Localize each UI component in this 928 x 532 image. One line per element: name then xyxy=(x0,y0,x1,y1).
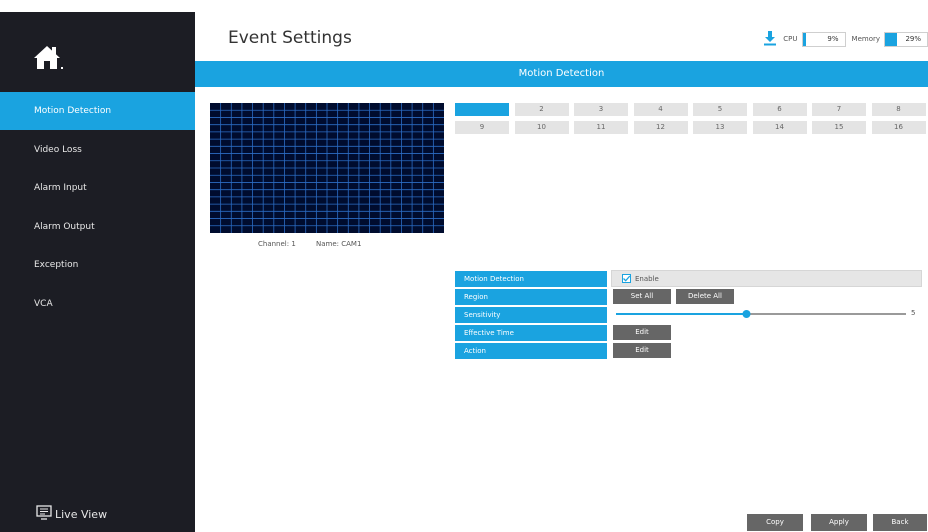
sensitivity-value: 5 xyxy=(911,309,916,317)
grid-lines xyxy=(210,103,444,233)
action-edit-button[interactable]: Edit xyxy=(613,343,671,358)
checkmark-icon xyxy=(622,274,631,283)
cpu-meter: 9% xyxy=(801,31,846,47)
channel-button-16[interactable]: 16 xyxy=(871,121,926,134)
channel-button-13[interactable]: 13 xyxy=(693,121,747,134)
region-label: Region xyxy=(455,289,607,305)
top-strip xyxy=(0,0,928,12)
memory-label: Memory xyxy=(851,35,880,43)
live-view-label: Live View xyxy=(55,507,108,521)
apply-button[interactable]: Apply xyxy=(811,514,867,531)
live-view-button[interactable]: Live View xyxy=(36,504,107,524)
sensitivity-label: Sensitivity xyxy=(455,307,607,323)
download-icon[interactable] xyxy=(763,30,777,48)
enable-label: Enable xyxy=(635,274,659,283)
effective-time-edit-button[interactable]: Edit xyxy=(613,325,671,340)
home-icon[interactable] xyxy=(30,42,70,76)
sidebar-item-motion-detection[interactable]: Motion Detection xyxy=(0,92,195,130)
channel-caption: Channel: 1 xyxy=(258,240,296,248)
sidebar-item-alarm-input[interactable]: Alarm Input xyxy=(0,169,195,207)
sidebar: Motion Detection Video Loss Alarm Input … xyxy=(0,12,195,532)
enable-checkbox[interactable]: Enable xyxy=(611,270,922,287)
copy-button[interactable]: Copy xyxy=(747,514,803,531)
delete-all-button[interactable]: Delete All xyxy=(676,289,734,304)
channel-button-15[interactable]: 15 xyxy=(812,121,866,134)
channel-button-4[interactable]: 4 xyxy=(633,103,688,116)
action-label: Action xyxy=(455,343,607,359)
sensitivity-slider-handle[interactable] xyxy=(742,310,751,318)
cpu-label: CPU xyxy=(783,35,798,43)
effective-time-label: Effective Time xyxy=(455,325,607,341)
channel-button-5[interactable]: 5 xyxy=(693,103,747,116)
channel-button-12[interactable]: 12 xyxy=(633,121,688,134)
sidebar-item-vca[interactable]: VCA xyxy=(0,285,195,323)
memory-meter: 29% xyxy=(884,31,928,47)
channel-button-14[interactable]: 14 xyxy=(752,121,807,134)
channel-button-11[interactable]: 11 xyxy=(574,121,628,134)
channel-button-6[interactable]: 6 xyxy=(752,103,807,116)
sidebar-item-exception[interactable]: Exception xyxy=(0,246,195,284)
channel-button-9[interactable]: 9 xyxy=(455,121,509,134)
monitor-icon xyxy=(36,505,55,523)
channel-button-10[interactable]: 10 xyxy=(514,121,569,134)
resource-monitor: CPU 9% Memory 29% xyxy=(763,30,928,48)
sidebar-item-alarm-output[interactable]: Alarm Output xyxy=(0,208,195,246)
channel-button-1[interactable]: 1 xyxy=(455,103,509,116)
channel-button-8[interactable]: 8 xyxy=(871,103,926,116)
motion-detection-label: Motion Detection xyxy=(455,271,607,287)
motion-region-grid[interactable] xyxy=(210,103,444,233)
sidebar-item-video-loss[interactable]: Video Loss xyxy=(0,131,195,169)
sensitivity-slider[interactable] xyxy=(616,306,906,322)
page-title: Event Settings xyxy=(228,28,352,48)
memory-meter-fill xyxy=(885,32,898,46)
channel-button-7[interactable]: 7 xyxy=(812,103,866,116)
channel-button-3[interactable]: 3 xyxy=(574,103,628,116)
preview-caption: Channel: 1 Name: CAM1 xyxy=(258,240,379,248)
cpu-meter-fill xyxy=(802,32,807,46)
memory-value: 29% xyxy=(905,34,921,43)
set-all-button[interactable]: Set All xyxy=(613,289,671,304)
name-caption: Name: CAM1 xyxy=(316,240,362,248)
back-button[interactable]: Back xyxy=(873,514,927,531)
cpu-value: 9% xyxy=(827,34,839,43)
channel-button-2[interactable]: 2 xyxy=(514,103,569,116)
section-title-bar: Motion Detection xyxy=(195,61,928,87)
